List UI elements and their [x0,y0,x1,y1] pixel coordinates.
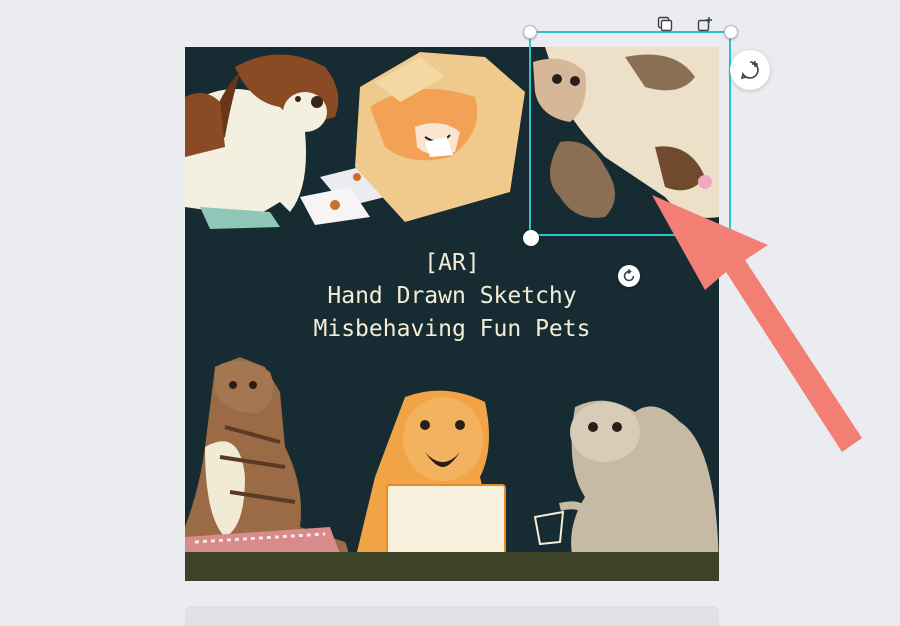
floor-strip [185,552,719,581]
add-comment-icon [740,61,759,80]
add-page-icon[interactable] [695,14,715,34]
canvas-caption[interactable]: [AR] Hand Drawn Sketchy Misbehaving Fun … [185,247,719,346]
duplicate-icon[interactable] [655,14,675,34]
tabby-cat[interactable] [185,357,350,581]
resize-handle-top-left[interactable] [523,25,537,39]
rotate-icon[interactable] [618,265,640,287]
resize-handle-top-right[interactable] [724,25,738,39]
caption-line-3: Misbehaving Fun Pets [313,316,591,342]
add-comment-button[interactable] [730,50,770,90]
calico-cat[interactable] [533,47,719,218]
resize-handle-bottom-left[interactable] [523,230,539,246]
next-page-preview[interactable] [185,606,719,626]
basset-hound-dog[interactable] [185,54,385,230]
caption-line-2: Hand Drawn Sketchy [327,283,577,309]
design-canvas[interactable]: [AR] Hand Drawn Sketchy Misbehaving Fun … [185,47,719,581]
